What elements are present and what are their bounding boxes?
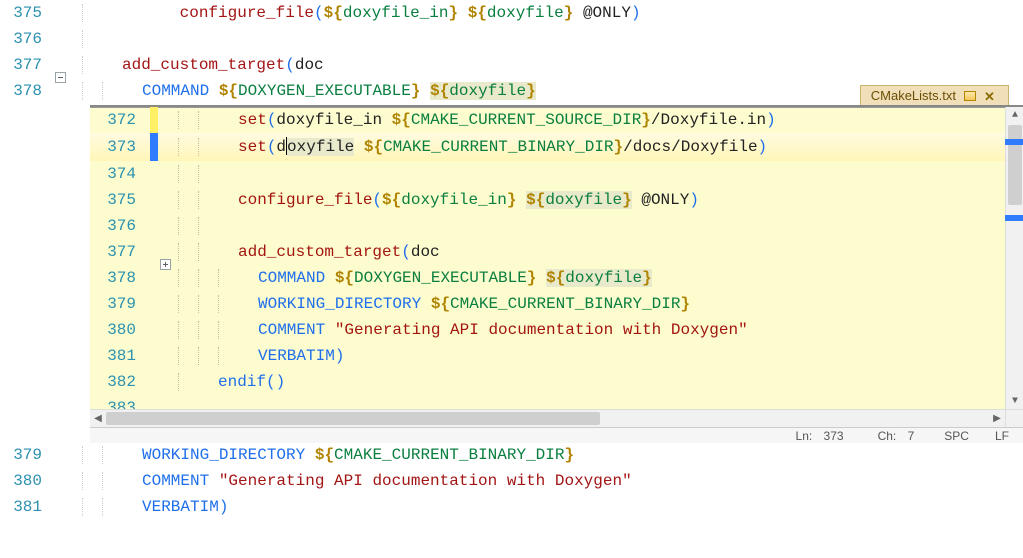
status-bar: Ln: 373 Ch: 7 SPC LF xyxy=(90,427,1023,443)
status-column: Ch: 7 xyxy=(870,429,923,443)
line-number: 374 xyxy=(90,165,150,183)
code-line[interactable]: 374 xyxy=(90,161,1005,187)
line-number: 377 xyxy=(0,56,52,74)
scroll-marker[interactable] xyxy=(1005,215,1023,221)
scroll-right-arrow-icon[interactable]: ▶ xyxy=(989,410,1005,428)
line-number: 381 xyxy=(90,347,150,365)
peek-body[interactable]: 372 set(doxyfile_in ${CMAKE_CURRENT_SOUR… xyxy=(90,107,1005,423)
code-line[interactable]: 379 WORKING_DIRECTORY ${CMAKE_CURRENT_BI… xyxy=(0,442,1023,468)
code-line[interactable]: 381 VERBATIM) xyxy=(90,343,1005,369)
code-line[interactable]: 375 configure_file(${doxyfile_in} ${doxy… xyxy=(90,187,1005,213)
change-marker-saved xyxy=(150,133,158,161)
line-number: 378 xyxy=(0,82,52,100)
code-line[interactable]: 380 COMMENT "Generating API documentatio… xyxy=(0,468,1023,494)
text-caret xyxy=(286,137,287,155)
status-line: Ln: 373 xyxy=(788,429,852,443)
line-number: 378 xyxy=(90,269,150,287)
line-number: 379 xyxy=(0,446,52,464)
line-number: 382 xyxy=(90,373,150,391)
pin-icon[interactable] xyxy=(964,91,976,101)
scroll-up-arrow-icon[interactable]: ▲ xyxy=(1006,107,1023,123)
change-marker-modified xyxy=(150,107,158,133)
code-line[interactable]: 377 add_custom_target(doc xyxy=(90,239,1005,265)
fold-minus-icon[interactable] xyxy=(55,72,66,83)
code-line[interactable]: 380 COMMENT "Generating API documentatio… xyxy=(90,317,1005,343)
code-line-current[interactable]: 373 set(doxyfile ${CMAKE_CURRENT_BINARY_… xyxy=(90,133,1005,161)
line-number: 373 xyxy=(90,138,150,156)
line-number: 375 xyxy=(90,191,150,209)
function-name: configure_file xyxy=(180,4,314,22)
status-indent-mode[interactable]: SPC xyxy=(940,429,973,443)
line-number: 376 xyxy=(0,30,52,48)
close-icon[interactable]: ✕ xyxy=(984,89,998,103)
code-line[interactable]: 375 configure_file(${doxyfile_in} ${doxy… xyxy=(0,0,1023,26)
scroll-marker[interactable] xyxy=(1005,139,1023,145)
vertical-scrollbar[interactable]: ▲ ▼ xyxy=(1005,107,1023,409)
line-number: 372 xyxy=(90,111,150,129)
scroll-thumb[interactable] xyxy=(106,412,600,425)
peek-tabbar: CMakeLists.txt ✕ xyxy=(860,83,1009,107)
scroll-thumb[interactable] xyxy=(1008,125,1022,205)
fold-plus-icon[interactable] xyxy=(160,259,171,270)
peek-editor[interactable]: CMakeLists.txt ✕ 372 set(doxyfile_in ${C… xyxy=(90,105,1023,443)
peek-tab-title: CMakeLists.txt xyxy=(871,88,956,103)
code-line[interactable]: 377 add_custom_target(doc xyxy=(0,52,1023,78)
code-line[interactable]: 376 xyxy=(90,213,1005,239)
scroll-corner xyxy=(1005,409,1023,427)
line-number: 381 xyxy=(0,498,52,516)
status-eol[interactable]: LF xyxy=(991,429,1013,443)
horizontal-scrollbar[interactable]: ◀ ▶ xyxy=(90,409,1005,427)
code-line[interactable]: 372 set(doxyfile_in ${CMAKE_CURRENT_SOUR… xyxy=(90,107,1005,133)
peek-tab[interactable]: CMakeLists.txt ✕ xyxy=(860,85,1009,105)
code-line[interactable]: 382 endif() xyxy=(90,369,1005,395)
line-number: 376 xyxy=(90,217,150,235)
line-number: 380 xyxy=(0,472,52,490)
line-number: 379 xyxy=(90,295,150,313)
line-number: 380 xyxy=(90,321,150,339)
code-line[interactable]: 378 COMMAND ${DOXYGEN_EXECUTABLE} ${doxy… xyxy=(90,265,1005,291)
code-line[interactable]: 381 VERBATIM) xyxy=(0,494,1023,520)
scroll-left-arrow-icon[interactable]: ◀ xyxy=(90,410,106,428)
code-line[interactable]: 379 WORKING_DIRECTORY ${CMAKE_CURRENT_BI… xyxy=(90,291,1005,317)
line-number: 377 xyxy=(90,243,150,261)
scroll-down-arrow-icon[interactable]: ▼ xyxy=(1006,393,1023,409)
line-number: 375 xyxy=(0,4,52,22)
